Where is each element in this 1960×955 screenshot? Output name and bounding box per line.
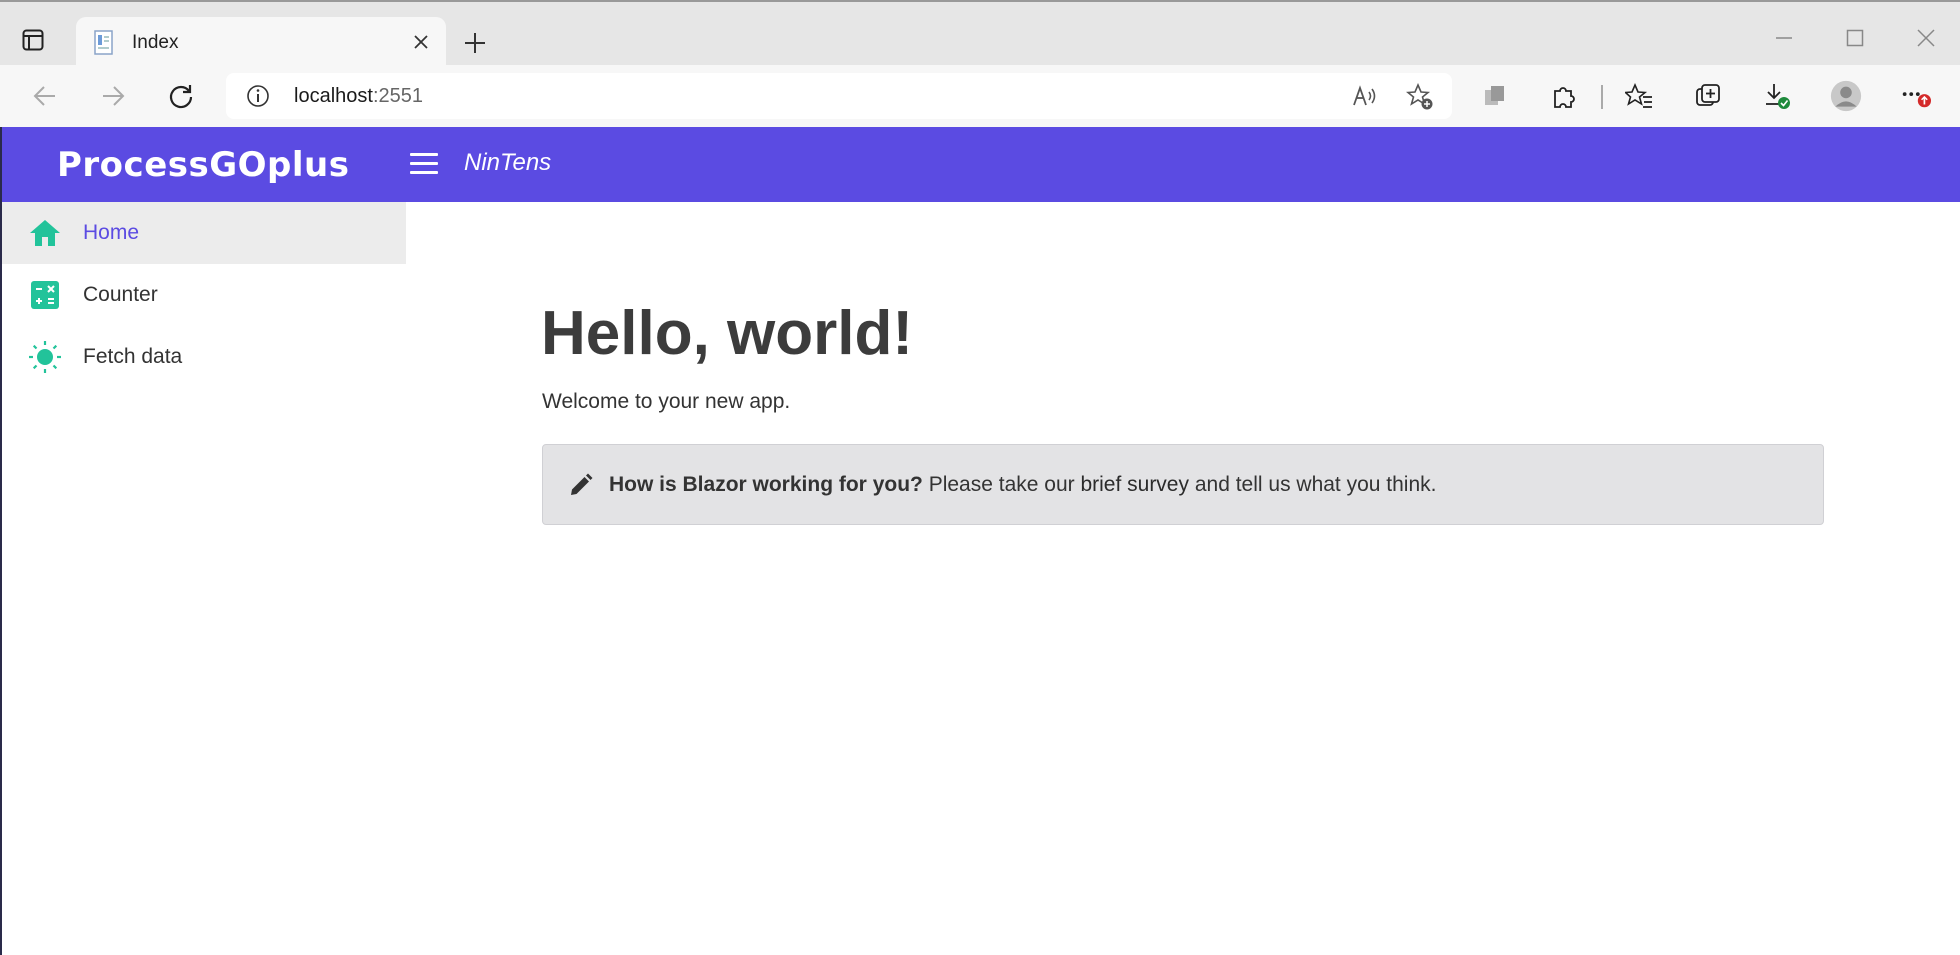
tab-title: Index <box>132 32 179 53</box>
minimize-icon[interactable] <box>1770 24 1798 52</box>
sidebar-item-home[interactable]: Home <box>2 202 406 264</box>
page-favicon-icon <box>92 30 116 56</box>
sidebar-item-label: Fetch data <box>83 345 183 368</box>
app-name: NinTens <box>464 149 552 176</box>
sidebar-item-label: Home <box>83 221 140 244</box>
pencil-icon <box>568 472 594 498</box>
read-aloud-icon[interactable] <box>1351 83 1379 111</box>
add-favorite-icon[interactable] <box>1405 82 1434 111</box>
survey-prompt: How is Blazor working for you? Please ta… <box>542 444 1824 525</box>
downloads-icon[interactable] <box>1761 80 1793 112</box>
url-host: localhost <box>294 85 373 107</box>
page-title: Hello, world! <box>541 299 913 368</box>
menu-toggle-icon[interactable] <box>410 153 438 175</box>
brief-survey-link[interactable]: brief survey <box>1080 473 1189 496</box>
close-window-icon[interactable] <box>1912 24 1940 52</box>
tab-actions-icon[interactable] <box>20 28 46 52</box>
logo-text: ProcessGOplus <box>57 145 350 185</box>
welcome-text: Welcome to your new app. <box>542 390 791 413</box>
favorites-icon[interactable] <box>1623 80 1655 112</box>
sidebar-item-counter[interactable]: Counter <box>2 264 406 326</box>
refresh-icon[interactable] <box>166 81 196 111</box>
browser-tab[interactable]: Index <box>76 17 446 69</box>
profile-avatar-icon[interactable] <box>1830 80 1862 112</box>
home-icon <box>28 216 62 250</box>
back-icon[interactable] <box>30 81 60 111</box>
browser-tabstrip: Index <box>0 0 1960 69</box>
survey-pre-link: Please take our <box>922 473 1081 496</box>
sidebar: Home Counter Fetch data <box>2 202 406 955</box>
sun-icon <box>28 340 62 374</box>
processgoplus-logo[interactable]: ProcessGOplus <box>57 145 349 185</box>
browser-toolbar: localhost:2551 <box>0 65 1960 127</box>
app-header: ProcessGOplus NinTens <box>2 127 1960 202</box>
calculator-icon <box>28 278 62 312</box>
sidebar-item-label: Counter <box>83 283 158 306</box>
settings-more-icon[interactable] <box>1899 80 1931 112</box>
address-bar[interactable]: localhost:2551 <box>226 73 1452 119</box>
sidebar-item-fetch-data[interactable]: Fetch data <box>2 326 406 388</box>
new-tab-icon[interactable] <box>462 30 488 56</box>
toolbar-divider <box>1601 85 1603 109</box>
forward-icon[interactable] <box>98 81 128 111</box>
url-text: localhost:2551 <box>294 85 423 108</box>
close-tab-icon[interactable] <box>410 31 432 53</box>
collections-icon[interactable] <box>1692 80 1724 112</box>
maximize-icon[interactable] <box>1841 24 1869 52</box>
survey-post-link: and tell us what you think. <box>1189 473 1437 496</box>
extensions-icon[interactable] <box>1547 80 1579 112</box>
survey-question: How is Blazor working for you? <box>609 473 923 496</box>
site-info-icon[interactable] <box>246 84 270 108</box>
collections-stack-icon[interactable] <box>1479 80 1511 112</box>
url-port: :2551 <box>372 85 423 107</box>
survey-text: How is Blazor working for you? Please ta… <box>609 473 1436 497</box>
